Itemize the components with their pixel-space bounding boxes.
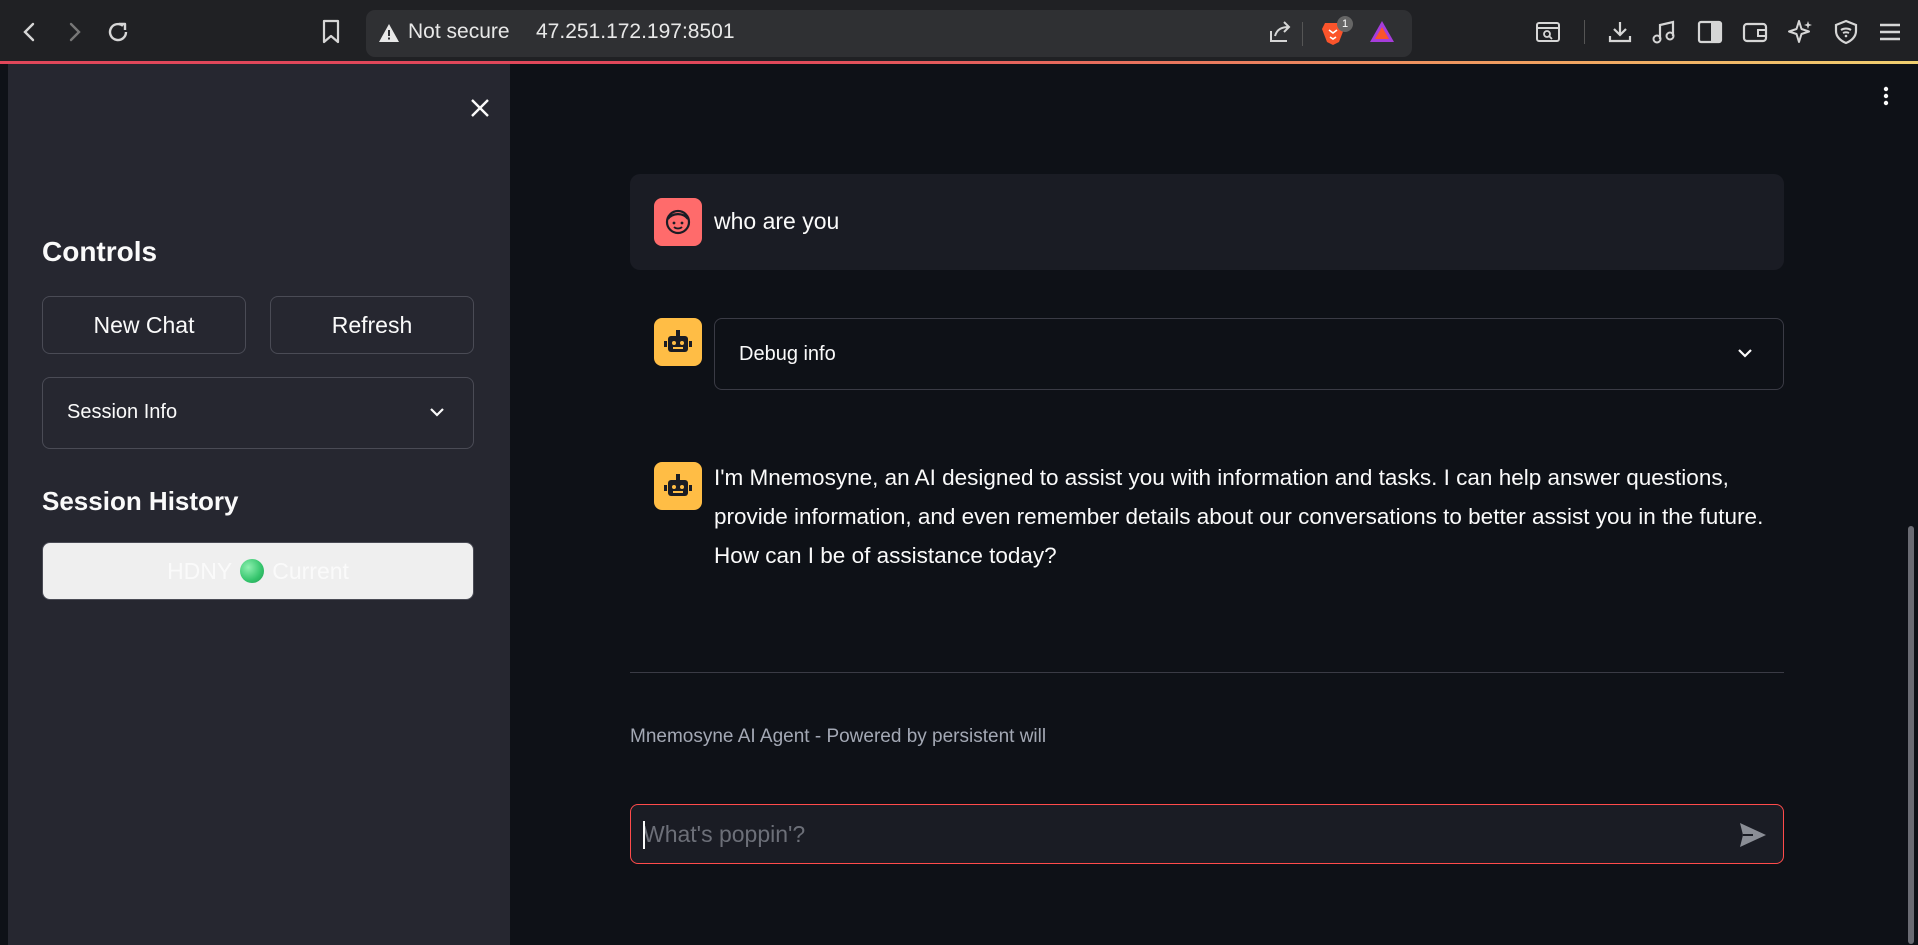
hamburger-menu-icon	[1880, 23, 1900, 41]
assistant-message-text: I'm Mnemosyne, an AI designed to assist …	[714, 465, 1764, 568]
session-history-item[interactable]: HDNY Current	[42, 542, 474, 600]
chevron-down-icon	[430, 408, 444, 417]
chat-input[interactable]	[643, 805, 1733, 863]
vertical-dots-icon	[1883, 86, 1889, 106]
sidebar-close-button[interactable]	[460, 88, 500, 128]
wallet-button[interactable]	[1737, 14, 1773, 50]
bookmark-icon	[322, 19, 340, 44]
user-face-icon	[665, 209, 691, 235]
user-message-text: who are you	[714, 208, 840, 234]
sparkle-icon	[1788, 20, 1812, 43]
forward-button[interactable]	[56, 14, 92, 50]
reload-icon	[108, 22, 128, 42]
refresh-button[interactable]: Refresh	[270, 296, 474, 354]
sidebar: Controls New Chat Refresh Session Info S…	[8, 64, 510, 945]
chevron-down-icon	[1738, 349, 1752, 358]
forward-arrow-icon	[69, 22, 81, 42]
toolbar-separator	[1584, 20, 1585, 44]
brave-shields-button[interactable]: 1	[1315, 14, 1353, 50]
share-button[interactable]	[1262, 14, 1298, 50]
menu-button[interactable]	[1872, 14, 1908, 50]
browser-toolbar: Not secure 47.251.172.197:8501 1	[0, 0, 1918, 64]
chat-divider	[630, 672, 1784, 673]
chat-main: who are you Debug info I'm Mnemosyne, an…	[510, 64, 1918, 945]
user-avatar	[654, 198, 702, 246]
robot-icon	[664, 330, 692, 352]
leo-ai-button[interactable]	[1782, 14, 1818, 50]
assistant-avatar	[654, 318, 702, 366]
footer-caption: Mnemosyne AI Agent - Powered by persiste…	[630, 726, 1047, 747]
debug-info-expander[interactable]: Debug info	[714, 318, 1784, 390]
wallet-icon	[1742, 22, 1768, 43]
downloads-button[interactable]	[1602, 14, 1638, 50]
media-button[interactable]	[1646, 14, 1682, 50]
shield-icon	[1834, 19, 1858, 45]
session-name: HDNY	[167, 557, 233, 584]
address-bar[interactable]	[366, 10, 1412, 57]
debug-info-label: Debug info	[739, 343, 836, 365]
controls-heading: Controls	[42, 236, 158, 267]
brave-rewards-triangle-icon	[1370, 21, 1394, 42]
brave-rewards-button[interactable]	[1364, 14, 1400, 50]
close-icon	[471, 99, 489, 117]
robot-icon	[664, 474, 692, 496]
back-button[interactable]	[12, 14, 48, 50]
new-chat-button[interactable]: New Chat	[42, 296, 246, 354]
music-note-icon	[1652, 20, 1675, 44]
reload-button[interactable]	[100, 14, 136, 50]
share-icon	[1270, 21, 1291, 42]
url-separator	[1302, 22, 1303, 46]
session-history-heading: Session History	[42, 486, 239, 516]
assistant-avatar	[654, 462, 702, 510]
vpn-button[interactable]	[1828, 14, 1864, 50]
chat-input-container	[630, 804, 1784, 864]
security-indicator[interactable]: Not secure	[408, 20, 510, 44]
warning-icon	[379, 24, 399, 42]
back-arrow-icon	[23, 22, 35, 42]
text-caret	[643, 821, 645, 849]
send-icon[interactable]	[1737, 819, 1769, 851]
url-text[interactable]: 47.251.172.197:8501	[536, 20, 735, 44]
bookmark-button[interactable]	[313, 14, 349, 50]
session-info-label: Session Info	[67, 401, 178, 423]
session-status: Current	[272, 557, 349, 584]
session-info-expander[interactable]: Session Info	[42, 377, 474, 449]
active-status-dot-icon	[240, 559, 265, 583]
search-tab-icon	[1536, 22, 1560, 42]
sidebar-panel-icon	[1697, 20, 1723, 44]
shields-badge: 1	[1337, 16, 1353, 32]
scrollbar-thumb[interactable]	[1908, 526, 1914, 944]
sidebar-toggle-button[interactable]	[1692, 14, 1728, 50]
user-message: who are you	[630, 174, 1784, 270]
download-icon	[1608, 22, 1632, 43]
reader-mode-button[interactable]	[1530, 14, 1566, 50]
app-menu-button[interactable]	[1874, 84, 1898, 108]
